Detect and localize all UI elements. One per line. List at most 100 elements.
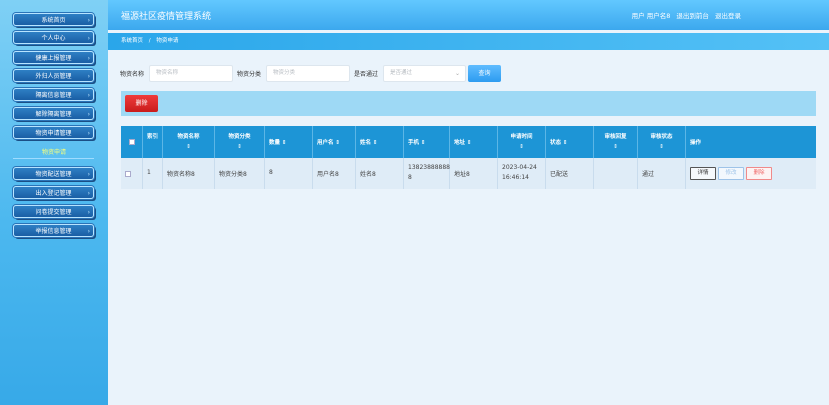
header-status[interactable]: 状态 ⇕ [546,126,594,158]
cell-username: 用户名8 [313,158,356,189]
header-supply-name[interactable]: 物资名称 ⇕ [163,126,215,158]
chevron-right-icon: › [87,55,90,62]
chevron-right-icon: › [87,35,90,42]
table-row: 1 物资名称8 物资分类8 8 用户名8 姓名8 13823888888 8 地址… [121,158,816,189]
cell-audit-reply [594,158,638,189]
phone-line-1: 13823888888 [408,164,450,171]
sidebar-item-label: 出入登记管理 [35,190,72,197]
supply-name-input[interactable]: 物资名称 [149,65,233,82]
sidebar-item-survey[interactable]: 问卷提交管理 › [13,205,94,218]
header-actions: 操作 [690,140,702,146]
sidebar-item-label: 隔离信息管理 [35,92,72,99]
sidebar-item-returnees[interactable]: 外归人员管理 › [13,69,94,82]
sort-icon: ⇕ [659,144,664,150]
cell-status: 已配送 [546,158,594,189]
sidebar-item-health[interactable]: 健康上报管理 › [13,51,94,64]
sidebar-item-access-log[interactable]: 出入登记管理 › [13,186,94,199]
to-frontend-link[interactable]: 退出到前台 [676,12,709,20]
cell-supply-name: 物资名称8 [163,158,215,189]
cell-address: 地址8 [450,158,498,189]
apply-date: 2023-04-24 [502,164,537,171]
supply-request-table: 索引 物资名称 ⇕ 物资分类 ⇕ 数量 ⇕ 用户名 ⇕ 姓名 ⇕ 手机 ⇕ 地址 ⇕… [121,126,816,189]
action-toolbar: 删除 [121,91,816,116]
breadcrumb: 系统首页 / 物资申请 [108,33,829,50]
sidebar-item-isolation[interactable]: 隔离信息管理 › [13,88,94,101]
sidebar-divider [13,158,94,159]
search-bar: 物资名称 物资名称 物资分类 物资分类 是否通过 是否通过 ⌄ 查询 [108,65,829,82]
sidebar-item-personal[interactable]: 个人中心 › [13,31,94,44]
chevron-right-icon: › [87,92,90,99]
cell-realname: 姓名8 [356,158,404,189]
breadcrumb-home[interactable]: 系统首页 [121,38,143,44]
pass-status-selected: 是否通过 [390,70,413,76]
sidebar-item-supply-request[interactable]: 物资申请管理 › [13,126,94,139]
cell-index: 1 [143,158,163,189]
current-user: 用户 用户名8 [631,12,671,20]
cell-quantity: 8 [265,158,313,189]
cell-audit-status: 通过 [638,158,686,189]
breadcrumb-current: 物资申请 [156,38,179,44]
chevron-down-icon: › [87,130,90,137]
sort-icon: ⇕ [613,144,618,150]
supply-category-input[interactable]: 物资分类 [266,65,350,82]
header-user-area: 用户 用户名8 退出到前台 退出登录 [628,10,741,20]
chevron-right-icon: › [87,190,90,197]
sidebar-item-label: 健康上报管理 [35,55,72,62]
cell-phone: 13823888888 8 [404,158,450,189]
sort-icon: ⇕ [237,144,242,150]
chevron-right-icon: › [87,228,90,235]
select-all-checkbox[interactable] [129,139,135,145]
sidebar-item-label: 解除隔离管理 [35,111,72,118]
chevron-down-icon: ⌄ [454,70,460,77]
supply-category-label: 物资分类 [237,71,262,78]
sidebar: 系统首页 › 个人中心 › 健康上报管理 › 外归人员管理 › 隔离信息管理 › 解除隔离… [0,0,108,405]
app-title: 福源社区疫情管理系统 [121,12,212,22]
header-address[interactable]: 地址 ⇕ [450,126,498,158]
pass-status-select[interactable]: 是否通过 ⌄ [383,65,466,82]
header-quantity[interactable]: 数量 ⇕ [265,126,313,158]
sidebar-item-label: 个人中心 [41,35,66,42]
table-header: 索引 物资名称 ⇕ 物资分类 ⇕ 数量 ⇕ 用户名 ⇕ 姓名 ⇕ 手机 ⇕ 地址 ⇕… [121,126,816,158]
sidebar-item-label: 系统首页 [41,17,66,24]
header-phone[interactable]: 手机 ⇕ [404,126,450,158]
header-index: 索引 [143,126,163,158]
pass-status-label: 是否通过 [354,71,379,78]
chevron-right-icon: › [87,209,90,216]
row-select-cell [121,158,143,189]
chevron-right-icon: › [87,111,90,118]
header-audit-reply[interactable]: 审核回复 ⇕ [594,126,638,158]
header-realname[interactable]: 姓名 ⇕ [356,126,404,158]
header-audit-status[interactable]: 审核状态 ⇕ [638,126,686,158]
search-button[interactable]: 查询 [468,65,501,82]
sidebar-item-label: 举报信息管理 [35,228,72,235]
header-supply-category[interactable]: 物资分类 ⇕ [215,126,265,158]
cell-supply-category: 物资分类8 [215,158,265,189]
delete-row-button[interactable]: 删除 [746,167,772,180]
header-apply-time[interactable]: 申请时间 ⇕ [498,126,546,158]
detail-button[interactable]: 详情 [690,167,716,180]
sidebar-item-delivery[interactable]: 物资配送管理 › [13,167,94,180]
row-checkbox[interactable] [125,171,131,177]
cell-actions: 详情 修改 删除 [686,158,816,189]
sidebar-item-label: 外归人员管理 [35,73,72,80]
sidebar-item-label: 问卷提交管理 [35,209,72,216]
phone-line-2: 8 [408,174,412,181]
cell-apply-time: 2023-04-24 16:46:14 [498,158,546,189]
sidebar-item-release[interactable]: 解除隔离管理 › [13,107,94,120]
sidebar-item-home[interactable]: 系统首页 › [13,13,94,26]
sidebar-item-label: 物资配送管理 [35,171,72,178]
chevron-right-icon: › [87,73,90,80]
supply-name-label: 物资名称 [120,71,145,78]
sort-icon: ⇕ [519,144,524,150]
breadcrumb-separator: / [148,38,151,44]
chevron-right-icon: › [87,17,90,24]
sidebar-item-reports[interactable]: 举报信息管理 › [13,224,94,237]
header-username[interactable]: 用户名 ⇕ [313,126,356,158]
chevron-right-icon: › [87,171,90,178]
batch-delete-button[interactable]: 删除 [125,95,158,112]
sidebar-item-label: 物资申请管理 [35,130,72,137]
header-select-all [121,126,143,158]
logout-link[interactable]: 退出登录 [715,12,741,20]
edit-button[interactable]: 修改 [718,167,744,180]
sidebar-subitem-supply-request[interactable]: 物资申请 [0,147,108,156]
